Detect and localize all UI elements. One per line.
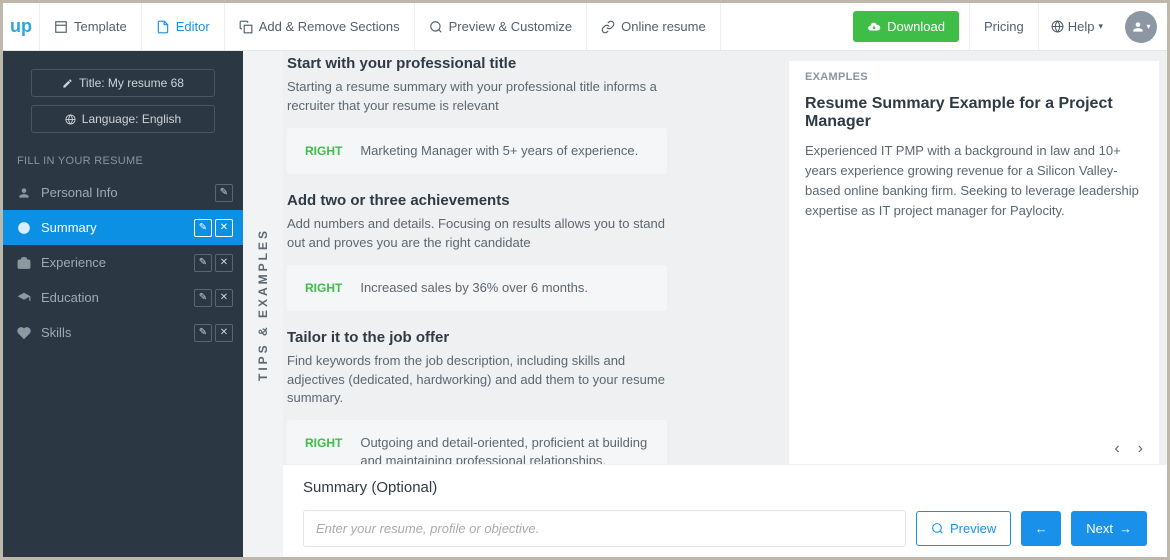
edit-icon[interactable]: ✎ (194, 324, 212, 342)
vertical-tips-label: TIPS & EXAMPLES (243, 51, 283, 557)
summary-footer: Summary (Optional) Enter your resume, pr… (283, 464, 1167, 557)
globe-icon (65, 114, 76, 125)
cloud-download-icon (867, 20, 881, 34)
arrow-right-icon: → (1119, 521, 1132, 536)
next-label: Next (1086, 521, 1113, 536)
top-bar: up Template Editor Add & Remove Sections… (3, 3, 1167, 51)
tip-title: Start with your professional title (287, 55, 749, 72)
close-icon[interactable]: ✕ (215, 219, 233, 237)
language-pill-label: Language: English (82, 112, 181, 126)
examples-panel: EXAMPLES Resume Summary Example for a Pr… (789, 61, 1159, 464)
summary-input[interactable]: Enter your resume, profile or objective. (303, 510, 906, 547)
help-label: Help (1068, 19, 1095, 34)
edit-icon[interactable]: ✎ (194, 289, 212, 307)
tab-preview[interactable]: Preview & Customize (414, 3, 587, 50)
back-button[interactable]: ← (1021, 511, 1061, 546)
tip-body: Add numbers and details. Focusing on res… (287, 215, 667, 253)
heart-icon (17, 326, 31, 340)
tab-online[interactable]: Online resume (586, 3, 721, 50)
edit-icon[interactable]: ✎ (194, 254, 212, 272)
tip-tag: RIGHT (305, 142, 342, 160)
tab-label: Add & Remove Sections (259, 19, 400, 34)
globe-icon (1051, 20, 1064, 33)
tab-editor[interactable]: Editor (141, 3, 224, 50)
tip-example-box: RIGHT Increased sales by 36% over 6 mont… (287, 265, 667, 311)
link-icon (601, 20, 615, 34)
sidebar-item-label: Personal Info (41, 185, 118, 200)
arrow-left-icon: ← (1035, 521, 1048, 536)
pencil-icon (62, 78, 73, 89)
download-button[interactable]: Download (853, 11, 959, 42)
tab-template[interactable]: Template (39, 3, 141, 50)
sidebar: Title: My resume 68 Language: English FI… (3, 51, 243, 557)
file-icon (156, 20, 170, 34)
tab-label: Preview & Customize (449, 19, 573, 34)
close-icon[interactable]: ✕ (215, 289, 233, 307)
next-button[interactable]: Next → (1071, 511, 1147, 546)
sidebar-item-skills[interactable]: Skills ✎✕ (3, 315, 243, 350)
template-icon (54, 20, 68, 34)
briefcase-icon (17, 256, 31, 270)
preview-label: Preview (950, 521, 996, 536)
sidebar-item-label: Education (41, 290, 99, 305)
tip-title: Add two or three achievements (287, 192, 749, 209)
tip-example-text: Increased sales by 36% over 6 months. (360, 279, 588, 297)
summary-heading: Summary (Optional) (303, 479, 1147, 496)
tip-example-text: Marketing Manager with 5+ years of exper… (360, 142, 638, 160)
copy-icon (239, 20, 253, 34)
tip-body: Starting a resume summary with your prof… (287, 78, 667, 116)
language-pill[interactable]: Language: English (31, 105, 215, 133)
sidebar-item-experience[interactable]: Experience ✎✕ (3, 245, 243, 280)
examples-title: Resume Summary Example for a Project Man… (805, 95, 1143, 131)
target-icon (17, 221, 31, 235)
search-icon (931, 522, 944, 535)
tip-tag: RIGHT (305, 279, 342, 297)
user-icon (1131, 20, 1145, 34)
pricing-link[interactable]: Pricing (969, 3, 1038, 50)
tip-example-box: RIGHT Outgoing and detail-oriented, prof… (287, 420, 667, 464)
search-icon (429, 20, 443, 34)
chevron-down-icon: ▾ (1098, 21, 1103, 32)
tip-title: Tailor it to the job offer (287, 329, 749, 346)
education-icon (17, 291, 31, 305)
tip-tag: RIGHT (305, 434, 342, 464)
sidebar-item-summary[interactable]: Summary ✎✕ (3, 210, 243, 245)
help-dropdown[interactable]: Help ▾ (1038, 3, 1115, 50)
logo[interactable]: up (3, 3, 39, 50)
examples-label: EXAMPLES (805, 71, 1143, 83)
tab-label: Editor (176, 19, 210, 34)
sidebar-item-education[interactable]: Education ✎✕ (3, 280, 243, 315)
preview-button[interactable]: Preview (916, 511, 1011, 546)
tips-panel: Start with your professional title Start… (283, 51, 769, 464)
prev-icon[interactable]: ‹ (1114, 440, 1119, 458)
edit-icon[interactable]: ✎ (215, 184, 233, 202)
sidebar-item-label: Summary (41, 220, 97, 235)
sidebar-section-title: FILL IN YOUR RESUME (3, 137, 243, 175)
tip-example-box: RIGHT Marketing Manager with 5+ years of… (287, 128, 667, 174)
download-label: Download (887, 19, 945, 34)
edit-icon[interactable]: ✎ (194, 219, 212, 237)
tab-label: Template (74, 19, 127, 34)
close-icon[interactable]: ✕ (215, 324, 233, 342)
next-icon[interactable]: › (1138, 440, 1143, 458)
user-avatar-dropdown[interactable]: ▾ (1125, 11, 1157, 43)
tab-sections[interactable]: Add & Remove Sections (224, 3, 414, 50)
tip-example-text: Outgoing and detail-oriented, proficient… (360, 434, 649, 464)
user-icon (17, 186, 31, 200)
title-pill[interactable]: Title: My resume 68 (31, 69, 215, 97)
sidebar-item-label: Skills (41, 325, 71, 340)
title-pill-label: Title: My resume 68 (79, 76, 184, 90)
sidebar-item-personal[interactable]: Personal Info ✎ (3, 175, 243, 210)
examples-body: Experienced IT PMP with a background in … (805, 141, 1143, 222)
chevron-down-icon: ▾ (1146, 22, 1150, 31)
tab-label: Online resume (621, 19, 706, 34)
close-icon[interactable]: ✕ (215, 254, 233, 272)
sidebar-item-label: Experience (41, 255, 106, 270)
tip-body: Find keywords from the job description, … (287, 352, 667, 409)
